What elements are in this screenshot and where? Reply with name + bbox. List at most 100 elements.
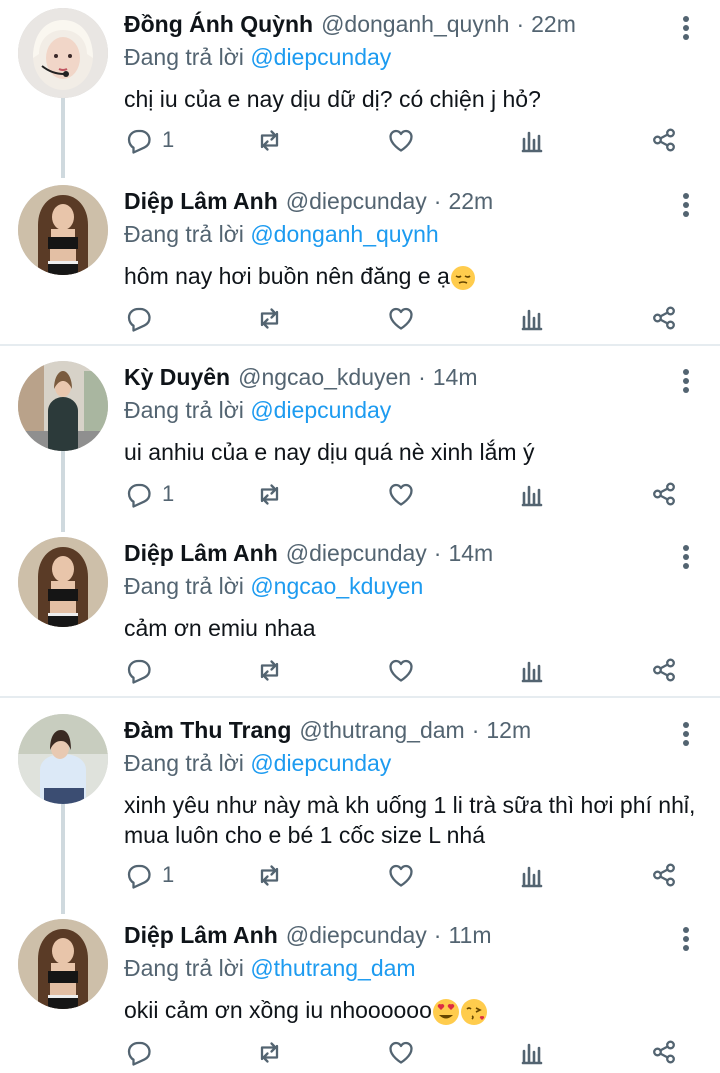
avatar[interactable] (18, 8, 108, 98)
views-button[interactable] (517, 857, 547, 893)
share-button[interactable] (649, 1034, 679, 1070)
reply-button[interactable] (124, 300, 162, 336)
more-options-icon[interactable] (682, 16, 690, 42)
like-button[interactable] (386, 122, 416, 158)
author-name[interactable]: Diệp Lâm Anh (124, 540, 278, 567)
heart-icon (389, 307, 413, 330)
author-name[interactable]: Diệp Lâm Anh (124, 922, 278, 949)
heart-icon (389, 129, 413, 152)
more-options-icon[interactable] (682, 927, 690, 953)
author-handle[interactable]: @diepcunday (286, 188, 427, 215)
retweet-button[interactable] (254, 652, 284, 688)
tweet-actions: 1 (124, 476, 684, 512)
reply-prefix: Đang trả lời (124, 221, 244, 247)
views-button[interactable] (517, 300, 547, 336)
retweet-icon (260, 1042, 279, 1063)
timestamp[interactable]: 14m (448, 540, 493, 567)
author-name[interactable]: Diệp Lâm Anh (124, 188, 278, 215)
reply-mention-link[interactable]: @thutrang_dam (250, 955, 415, 981)
views-button[interactable] (517, 1034, 547, 1070)
share-button[interactable] (649, 300, 679, 336)
retweet-button[interactable] (254, 122, 284, 158)
retweet-button[interactable] (254, 1034, 284, 1070)
like-button[interactable] (386, 652, 416, 688)
reply-count: 1 (162, 481, 175, 506)
author-name[interactable]: Đàm Thu Trang (124, 717, 291, 744)
reply-count: 1 (162, 127, 175, 152)
more-options-icon[interactable] (682, 193, 690, 219)
reply-button[interactable] (124, 1034, 162, 1070)
separator-dot: · (433, 187, 442, 214)
author-handle[interactable]: @diepcunday (286, 922, 427, 949)
share-button[interactable] (649, 122, 679, 158)
more-options-icon[interactable] (682, 545, 690, 571)
retweet-button[interactable] (254, 300, 284, 336)
heart-icon (389, 1041, 413, 1064)
retweet-icon (260, 484, 279, 505)
share-icon (653, 658, 675, 682)
author-handle[interactable]: @thutrang_dam (299, 717, 464, 744)
views-button[interactable] (517, 652, 547, 688)
share-icon (653, 1040, 675, 1064)
reply-icon (127, 129, 151, 154)
analytics-icon (521, 131, 543, 153)
share-button[interactable] (649, 857, 679, 893)
like-button[interactable] (386, 1034, 416, 1070)
author-handle[interactable]: @diepcunday (286, 540, 427, 567)
reply-prefix: Đang trả lời (124, 750, 244, 776)
timestamp[interactable]: 22m (448, 188, 493, 215)
kissing-heart-face-emoji (460, 998, 487, 1025)
reply-button[interactable] (124, 652, 162, 688)
tweet-text: hôm nay hơi buồn nên đăng e ạ (124, 261, 700, 291)
views-button[interactable] (517, 476, 547, 512)
avatar[interactable] (18, 361, 108, 451)
reply-button[interactable]: 1 (124, 476, 174, 512)
share-button[interactable] (649, 476, 679, 512)
timestamp[interactable]: 22m (531, 11, 576, 38)
thread-connector (61, 98, 65, 178)
reply-prefix: Đang trả lời (124, 573, 244, 599)
more-options-icon[interactable] (682, 369, 690, 395)
author-name[interactable]: Đồng Ánh Quỳnh (124, 11, 313, 38)
tweet-text: xinh yêu như này mà kh uống 1 li trà sữa… (124, 790, 700, 850)
reply-prefix: Đang trả lời (124, 44, 244, 70)
author-handle[interactable]: @donganh_quynh (321, 11, 509, 38)
reply-mention-link[interactable]: @ngcao_kduyen (250, 573, 423, 599)
reply-prefix: Đang trả lời (124, 397, 244, 423)
reply-icon (127, 483, 151, 508)
retweet-icon (260, 130, 279, 151)
tweet-actions: 1 (124, 857, 684, 893)
author-handle[interactable]: @ngcao_kduyen (238, 364, 411, 391)
avatar[interactable] (18, 919, 108, 1009)
reply-icon (127, 864, 151, 889)
more-options-icon[interactable] (682, 722, 690, 748)
retweet-button[interactable] (254, 476, 284, 512)
timestamp[interactable]: 14m (433, 364, 478, 391)
avatar[interactable] (18, 537, 108, 627)
reply-icon (127, 307, 151, 332)
avatar[interactable] (18, 714, 108, 804)
timestamp[interactable]: 11m (448, 922, 491, 949)
reply-mention-link[interactable]: @diepcunday (250, 750, 391, 776)
timestamp[interactable]: 12m (486, 717, 531, 744)
tweet-text-content: hôm nay hơi buồn nên đăng e ạ (124, 263, 450, 289)
avatar[interactable] (18, 185, 108, 275)
author-name[interactable]: Kỳ Duyên (124, 364, 230, 391)
reply-mention-link[interactable]: @diepcunday (250, 44, 391, 70)
reply-button[interactable]: 1 (124, 857, 174, 893)
reply-prefix: Đang trả lời (124, 955, 244, 981)
like-button[interactable] (386, 476, 416, 512)
reply-button[interactable]: 1 (124, 122, 174, 158)
reply-context: Đang trả lời @diepcunday (124, 748, 700, 778)
retweet-icon (260, 660, 279, 681)
reply-context: Đang trả lời @thutrang_dam (124, 953, 700, 983)
reply-mention-link[interactable]: @donganh_quynh (250, 221, 438, 247)
reply-mention-link[interactable]: @diepcunday (250, 397, 391, 423)
like-button[interactable] (386, 857, 416, 893)
views-button[interactable] (517, 122, 547, 158)
like-button[interactable] (386, 300, 416, 336)
heart-icon (389, 864, 413, 887)
share-button[interactable] (649, 652, 679, 688)
tweet-text-content: ui anhiu của e nay dịu quá nè xinh lắm ý (124, 439, 535, 465)
retweet-button[interactable] (254, 857, 284, 893)
